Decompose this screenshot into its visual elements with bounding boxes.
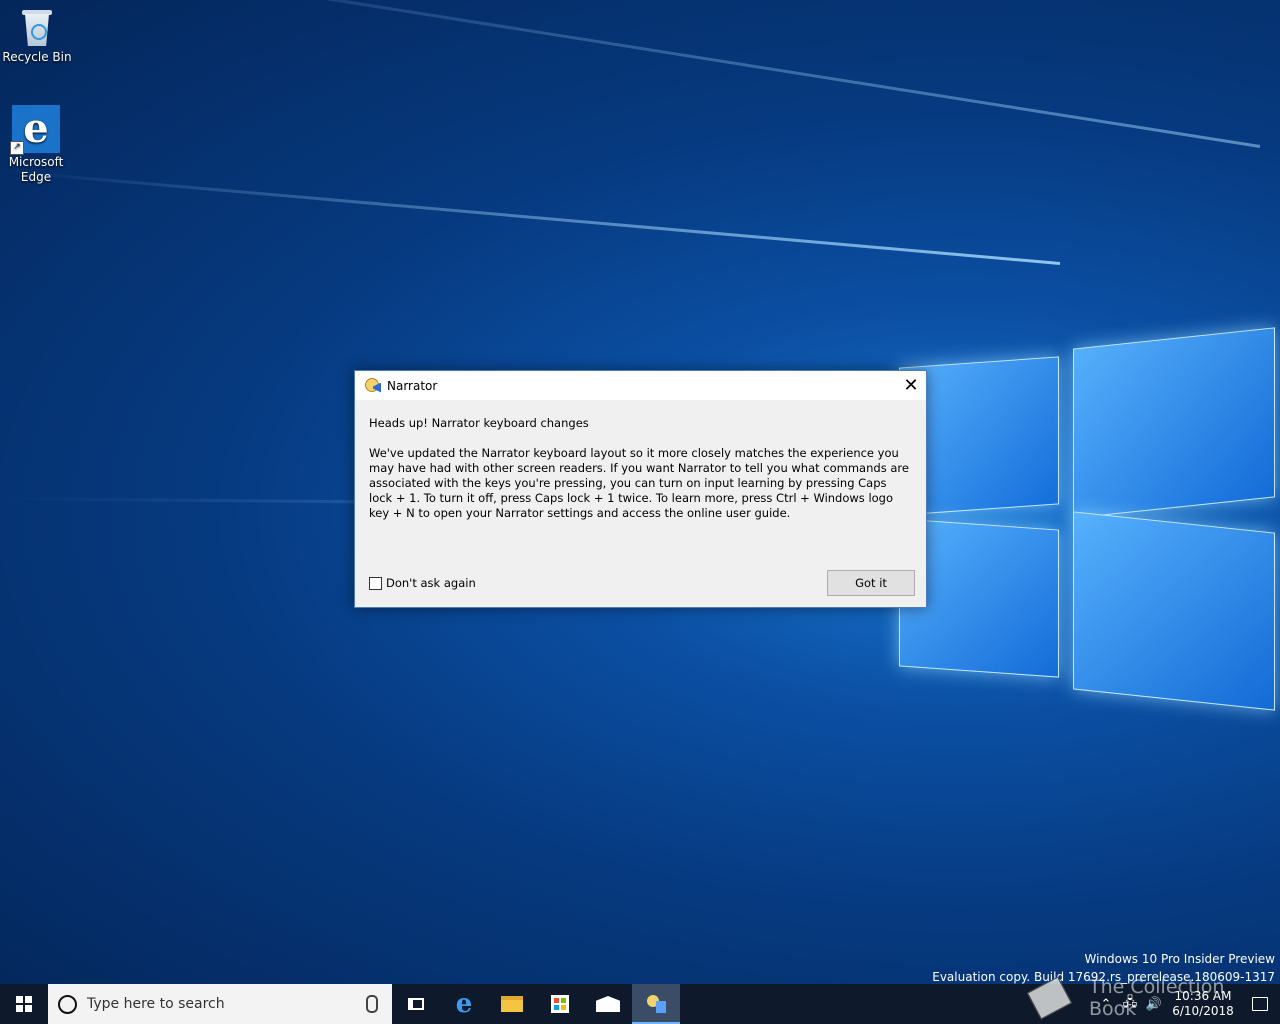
dialog-footer: Don't ask again Got it <box>369 570 915 596</box>
desktop-icon-label: Microsoft Edge <box>8 155 64 184</box>
dialog-body: Heads up! Narrator keyboard changes We'v… <box>355 400 926 521</box>
volume-icon: 🔊 <box>1145 996 1163 1012</box>
build-watermark: Windows 10 Pro Insider Preview Evaluatio… <box>932 950 1275 986</box>
clock-date: 6/10/2018 <box>1172 1004 1234 1018</box>
close-button[interactable]: ✕ <box>896 371 926 400</box>
wallpaper-beam <box>3 169 1061 265</box>
taskbar-file-explorer-button[interactable] <box>488 984 536 1024</box>
folder-icon <box>501 996 523 1012</box>
store-icon <box>551 995 569 1013</box>
narrator-dialog: Narrator ✕ Heads up! Narrator keyboard c… <box>354 370 927 608</box>
taskbar-mail-button[interactable] <box>584 984 632 1024</box>
narrator-icon <box>647 995 666 1013</box>
checkbox-label: Don't ask again <box>386 576 476 590</box>
windows-start-icon <box>16 996 32 1012</box>
cortana-icon <box>58 994 77 1014</box>
clock-time: 10:36 AM <box>1174 989 1232 1003</box>
windows-logo-graphic <box>895 320 1280 711</box>
search-box[interactable]: Type here to search <box>48 984 392 1024</box>
checkbox-box[interactable] <box>369 576 382 590</box>
dont-ask-again-checkbox[interactable]: Don't ask again <box>369 576 476 590</box>
network-button[interactable]: 🖧 <box>1118 993 1142 1015</box>
edge-icon: e ↗ <box>10 105 60 155</box>
task-view-icon <box>408 998 424 1010</box>
dialog-message: We've updated the Narrator keyboard layo… <box>369 446 909 520</box>
logo-pane <box>1073 327 1275 519</box>
network-icon: 🖧 <box>1122 995 1138 1010</box>
task-view-button[interactable] <box>392 984 440 1024</box>
recycle-bin-icon <box>19 8 55 48</box>
taskbar-edge-button[interactable]: e <box>440 984 488 1024</box>
start-button[interactable] <box>0 984 48 1024</box>
system-tray: ⌃ 🖧 🔊 10:36 AM 6/10/2018 <box>1094 984 1280 1024</box>
taskbar: Type here to search e ⌃ 🖧 🔊 10:36 AM 6/1… <box>0 984 1280 1024</box>
mail-icon <box>596 996 620 1012</box>
got-it-button[interactable]: Got it <box>827 570 915 596</box>
edge-icon: e <box>455 989 473 1019</box>
dialog-title-bar[interactable]: Narrator ✕ <box>355 371 926 400</box>
show-hidden-icons-button[interactable]: ⌃ <box>1094 997 1118 1012</box>
shortcut-arrow-icon: ↗ <box>10 141 24 155</box>
dialog-title: Narrator <box>387 378 438 393</box>
dialog-heading: Heads up! Narrator keyboard changes <box>369 416 589 430</box>
action-center-button[interactable] <box>1240 984 1280 1024</box>
close-icon: ✕ <box>903 375 919 396</box>
taskbar-narrator-button[interactable] <box>632 984 680 1024</box>
clock[interactable]: 10:36 AM 6/10/2018 <box>1166 989 1240 1019</box>
logo-pane <box>1073 511 1275 711</box>
notification-icon <box>1252 997 1268 1011</box>
watermark-edition: Windows 10 Pro Insider Preview <box>1084 952 1275 966</box>
wallpaper-beam <box>15 0 1261 148</box>
desktop-icon-recycle-bin[interactable]: Recycle Bin <box>1 8 73 65</box>
volume-button[interactable]: 🔊 <box>1142 997 1166 1012</box>
search-placeholder: Type here to search <box>87 996 225 1012</box>
narrator-icon <box>365 377 381 394</box>
taskbar-store-button[interactable] <box>536 984 584 1024</box>
chevron-up-icon: ⌃ <box>1100 996 1112 1012</box>
microphone-icon[interactable] <box>366 995 378 1013</box>
desktop-icon-label: Recycle Bin <box>2 50 72 64</box>
desktop-icon-microsoft-edge[interactable]: e ↗ Microsoft Edge <box>0 105 72 185</box>
